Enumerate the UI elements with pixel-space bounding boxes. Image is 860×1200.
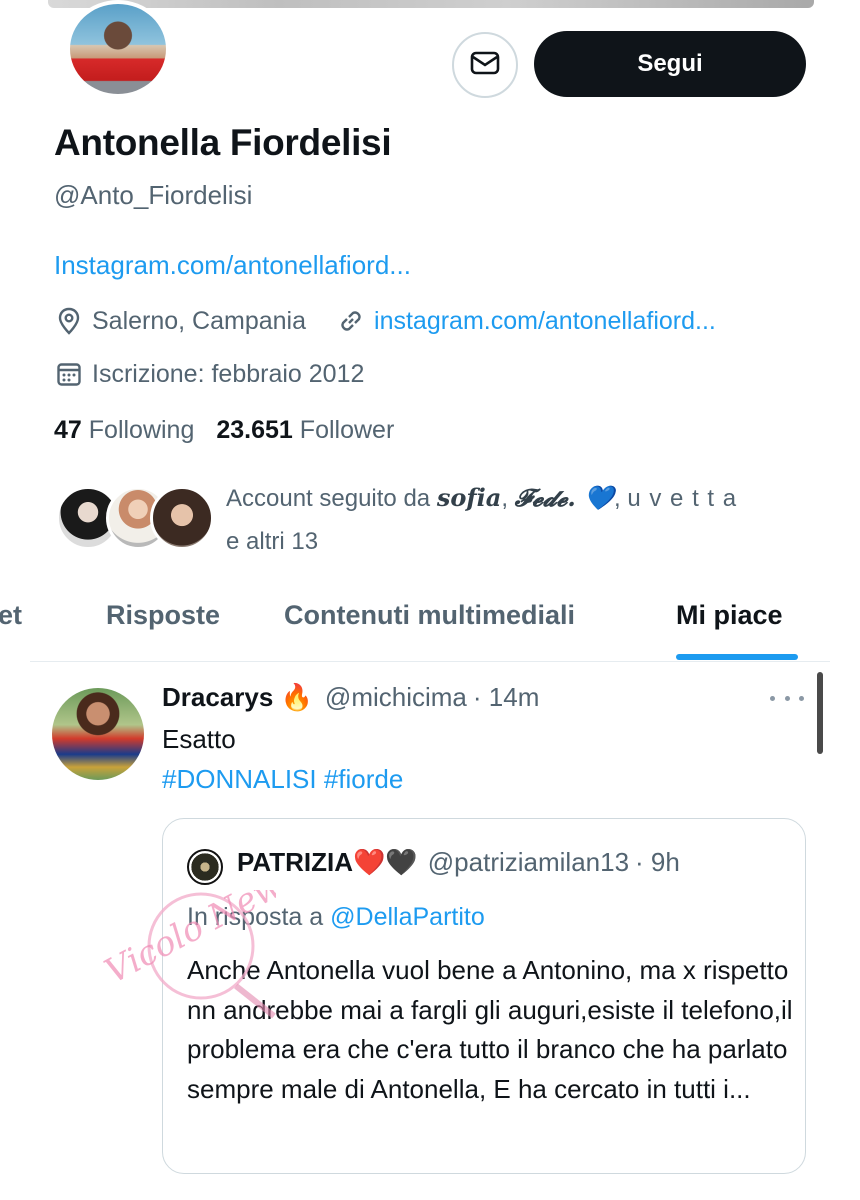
profile-meta-row: Salerno, Campania instagram.com/antonell… <box>54 303 716 339</box>
bio-link[interactable]: Instagram.com/antonellafiord... <box>54 250 411 281</box>
followed-by-name: 𝓕𝓮𝓭𝓮. 💙 <box>514 483 615 512</box>
tweet-text: Esatto <box>162 724 236 754</box>
quoted-tweet-text: Anche Antonella vuol bene a Antonino, ma… <box>187 955 793 1104</box>
envelope-icon <box>470 51 500 80</box>
follower-count: 23.651 <box>216 416 293 444</box>
followed-by-text[interactable]: Account seguito da 𝒔𝒐𝒇𝒊𝒂, 𝓕𝓮𝓭𝓮. 💙, u v e… <box>226 476 816 563</box>
followed-by-separator: , <box>501 485 515 512</box>
profile-avatar[interactable] <box>66 0 170 98</box>
tab-contenuti-multimediali[interactable]: Contenuti multimediali <box>284 600 575 631</box>
follow-stats: 47 Following 23.651 Follower <box>54 416 394 445</box>
website-link[interactable]: instagram.com/antonellafiord... <box>374 307 716 336</box>
tab-risposte[interactable]: Risposte <box>106 600 220 631</box>
followed-by-avatars[interactable] <box>56 486 216 552</box>
avatar <box>150 486 214 550</box>
joined-row: Iscrizione: febbraio 2012 <box>54 356 364 392</box>
calendar-icon <box>54 359 84 389</box>
message-button[interactable] <box>452 32 518 98</box>
location-text: Salerno, Campania <box>92 306 307 335</box>
joined-text: Iscrizione: febbraio 2012 <box>92 359 365 388</box>
reply-prefix: In risposta a <box>187 903 331 931</box>
followed-by-name: 𝒔𝒐𝒇𝒊𝒂 <box>436 483 502 512</box>
profile-name: Antonella Fiordelisi <box>54 122 392 163</box>
quoted-display-name: PATRIZIA❤️🖤 <box>237 847 418 877</box>
follower-label: Follower <box>299 416 395 444</box>
link-icon <box>336 306 366 336</box>
quoted-tweet[interactable]: PATRIZIA❤️🖤 @patriziamilan13 · 9h In ris… <box>162 818 806 1174</box>
follow-button[interactable]: Segui <box>534 31 806 97</box>
tweet-display-name[interactable]: Dracarys 🔥 <box>162 682 313 713</box>
follower-link[interactable]: 23.651 Follower <box>216 416 394 445</box>
following-label: Following <box>88 416 195 444</box>
tab-mi-piace[interactable]: Mi piace <box>676 600 783 631</box>
reply-mention[interactable]: @DellaPartito <box>330 903 485 931</box>
followed-by-name: u v e t t a <box>627 485 738 512</box>
quoted-username: @patriziamilan13 <box>427 847 630 877</box>
tweet-author-avatar[interactable] <box>52 688 144 780</box>
tweet-time[interactable]: · 14m <box>473 682 539 713</box>
banner-image <box>48 0 814 8</box>
profile-tabs: et Risposte Contenuti multimediali Mi pi… <box>0 590 860 662</box>
tweet-hashtags[interactable]: #DONNALISI #fiorde <box>162 764 403 795</box>
quoted-time: · 9h <box>635 847 680 877</box>
active-tab-indicator <box>676 654 798 660</box>
reply-context: In risposta a @DellaPartito <box>187 903 485 932</box>
followed-by-suffix: e altri 13 <box>226 528 319 555</box>
quoted-tweet-header: PATRIZIA❤️🖤 @patriziamilan13 · 9h <box>237 847 680 878</box>
quoted-author-avatar <box>187 849 223 885</box>
profile-handle: @Anto_Fiordelisi <box>54 180 253 210</box>
following-link[interactable]: 47 Following <box>54 416 194 445</box>
followed-by-separator: , <box>614 485 628 512</box>
following-count: 47 <box>54 416 82 444</box>
tab-posts[interactable]: et <box>0 600 22 631</box>
scrollbar[interactable] <box>817 672 823 754</box>
divider <box>30 661 830 662</box>
tweet-username[interactable]: @michicima <box>325 682 467 713</box>
more-options-icon[interactable] <box>770 688 804 708</box>
location-icon <box>54 306 84 336</box>
followed-by-prefix: Account seguito da <box>226 485 437 512</box>
tweet-header: Dracarys 🔥 @michicima · 14m <box>162 682 539 713</box>
